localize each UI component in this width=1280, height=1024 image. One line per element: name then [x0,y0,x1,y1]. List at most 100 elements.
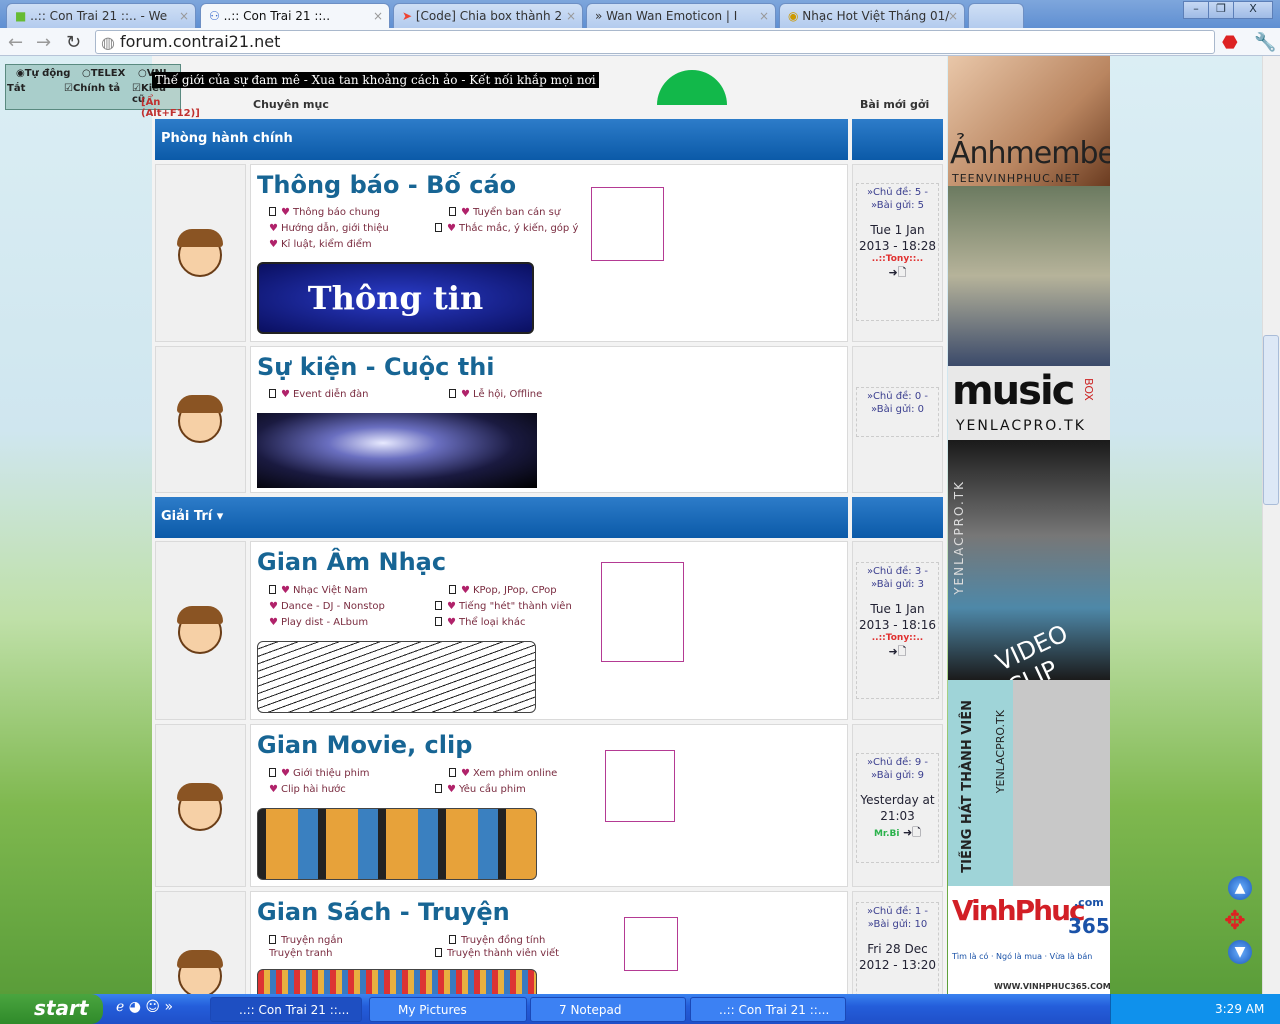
tab-1[interactable]: ■ ..:: Con Trai 21 ::.. - We × [6,3,196,28]
last-post-cell: »Chủ đề: 1 - »Bài gửi: 10 Fri 28 Dec 201… [852,891,943,1022]
subforum-link[interactable]: ♥ Thông báo chung [269,207,380,218]
subforum-link[interactable]: ♥ Xem phim online [449,768,557,779]
subforum-link[interactable]: Truyện tranh [269,948,333,959]
close-window-button[interactable]: X [1233,1,1273,19]
forum-banner-concert [257,413,537,488]
category-bar-end [852,497,943,538]
back-icon[interactable]: ← [8,32,23,53]
taskbar-item-firefox[interactable]: ..:: Con Trai 21 ::... [690,997,846,1022]
goto-last-post-icon[interactable]: ➜🗋 [857,643,938,662]
off-option[interactable]: Tắt [7,83,25,94]
page-scrollbar[interactable] [1262,56,1280,994]
close-tab-icon[interactable]: × [179,9,189,23]
quicklaunch-icons[interactable]: ℯ ◕ ☺ » [116,999,173,1015]
broken-image [601,562,684,662]
subforum-link[interactable]: ♥ Hướng dẫn, giới thiệu [269,223,389,234]
topic-post-count: »Chủ đề: 5 - »Bài gửi: 5 [867,187,928,211]
goto-last-post-icon[interactable]: ➜🗋 [857,264,938,283]
subforum-link[interactable]: Truyện thành viên viết [435,948,559,959]
taskbar-item-my-pictures[interactable]: My Pictures [369,997,527,1022]
scroll-top-icon[interactable]: ▲ [1228,876,1252,900]
hide-panel-link[interactable]: [Ẩn (Alt+F12)] [141,97,200,119]
last-post-cell: »Chủ đề: 9 - »Bài gửi: 9 Yesterday at 21… [852,724,943,887]
adblock-icon[interactable]: ⬣ [1222,32,1238,53]
subforum-link[interactable]: Truyện ngắn [269,935,343,946]
close-tab-icon[interactable]: × [566,9,576,23]
restore-button[interactable]: ❐ [1208,1,1234,19]
start-button[interactable]: start [0,994,103,1024]
subforum-link[interactable]: ♥ Tiếng "hét" thành viên [435,601,572,612]
ad-video-clip[interactable]: YENLACPRO.TK VIDEO CLIP [948,440,1110,680]
move-icon[interactable]: ✥ [1224,906,1246,936]
subforum-link[interactable]: ♥ Giới thiệu phim [269,768,369,779]
address-bar[interactable]: ◍ forum.contrai21.net [95,30,1215,54]
subforum-link[interactable]: ♥ Kỉ luật, kiểm điểm [269,239,372,250]
category-giai-tri[interactable]: Giải Trí ▾ [155,497,848,538]
forum-title[interactable]: Gian Movie, clip [257,731,472,759]
scrollbar-thumb[interactable] [1263,335,1279,505]
new-tab-button[interactable] [968,3,1024,28]
topic-post-count: »Chủ đề: 0 - »Bài gửi: 0 [867,391,928,415]
last-post-user[interactable]: Mr.Bi [874,829,899,839]
last-post-date: Tue 1 Jan 2013 - 18:28 [858,223,937,253]
forum-title[interactable]: Gian Âm Nhạc [257,548,446,576]
topic-post-count: »Chủ đề: 3 - »Bài gửi: 3 [867,566,928,590]
forum-title[interactable]: Gian Sách - Truyện [257,898,510,926]
mode-auto-radio[interactable]: ◉Tự động [16,68,70,79]
mode-telex-radio[interactable]: ○TELEX [82,68,125,79]
close-tab-icon[interactable]: × [373,9,383,23]
subforum-link[interactable]: ♥ Thể loại khác [435,617,525,628]
close-tab-icon[interactable]: × [759,9,769,23]
broken-image [591,187,664,261]
scroll-bottom-icon[interactable]: ▼ [1228,940,1252,964]
forum-title[interactable]: Sự kiện - Cuộc thi [257,353,495,381]
subforum-link[interactable]: Truyện đồng tính [449,935,545,946]
subforum-link[interactable]: ♥ Thắc mắc, ý kiến, góp ý [435,223,578,234]
spellcheck-checkbox[interactable]: ☑Chính tả [64,83,120,94]
ad-vinhphuc365[interactable]: VinhPhuc .com 365 Tìm là có · Ngó là mua… [948,886,1110,994]
ad-anhmember[interactable]: Ảnhmember TEENVINHPHUC.NET [948,56,1110,186]
close-tab-icon[interactable]: × [948,9,958,23]
globe-icon: ◍ [101,33,115,52]
header-decoration [657,70,727,105]
topic-post-count: »Chủ đề: 9 - »Bài gửi: 9 [867,757,928,781]
subforum-link[interactable]: ♥ Clip hài hước [269,784,346,795]
subforum-link[interactable]: ♥ KPop, JPop, CPop [449,585,557,596]
last-post-user[interactable]: ..::Tony::.. [857,633,938,643]
forum-status-cell [155,346,246,493]
last-post-user[interactable]: ..::Tony::.. [857,254,938,264]
subforum-link[interactable]: ♥ Nhạc Việt Nam [269,585,368,596]
taskbar-item-chrome[interactable]: ..:: Con Trai 21 ::... [210,997,362,1022]
ad-photo-girl[interactable] [948,186,1110,366]
header-forum: Chuyên mục [253,98,329,111]
subforum-link[interactable]: ♥ Tuyển ban cán sự [449,207,560,218]
forum-row-thong-bao: Thông báo - Bố cáo ♥ Thông báo chung ♥ Hướ… [250,164,848,342]
subforum-link[interactable]: ♥ Dance - DJ - Nonstop [269,601,385,612]
minimize-button[interactable]: – [1183,1,1209,19]
ads-column: Ảnhmember TEENVINHPHUC.NET music BOX YEN… [948,56,1110,994]
tab-3[interactable]: ➤ [Code] Chia box thành 2 × [393,3,583,28]
subforum-link[interactable]: ♥ Lễ hội, Offline [449,389,542,400]
goto-last-post-icon[interactable]: ➜🗋 [903,826,921,839]
people-icon: ⚇ [209,9,224,23]
last-post-cell: »Chủ đề: 0 - »Bài gửi: 0 [852,346,943,493]
tab-4[interactable]: » Wan Wan Emoticon | I × [586,3,776,28]
subforum-link[interactable]: ♥ Event diễn đàn [269,389,368,400]
ad-tieng-hat[interactable]: TIẾNG HÁT THÀNH VIÊN YENLACPRO.TK [948,680,1110,886]
reload-icon[interactable]: ↻ [66,32,81,53]
forum-row-movie: Gian Movie, clip ♥ Giới thiệu phim ♥ Clip … [250,724,848,887]
forward-icon[interactable]: → [36,32,51,53]
wrench-icon[interactable]: 🔧 [1254,32,1276,53]
plane-icon: ➤ [402,9,416,23]
subforum-link[interactable]: ♥ Yêu cầu phim [435,784,526,795]
tab-5[interactable]: ◉ Nhạc Hot Việt Tháng 01/× [779,3,965,28]
category-phong-hanh-chinh[interactable]: Phòng hành chính [155,119,848,160]
ad-musicbox[interactable]: music BOX YENLACPRO.TK [948,366,1110,440]
forum-row-su-kien: Sự kiện - Cuộc thi ♥ Event diễn đàn ♥ Lễ h… [250,346,848,493]
forum-title[interactable]: Thông báo - Bố cáo [257,171,516,199]
forum-banner: Thông tin [257,262,534,334]
forum-status-cell [155,724,246,887]
tab-2[interactable]: ⚇ ..:: Con Trai 21 ::.. × [200,3,390,28]
subforum-link[interactable]: ♥ Play dist - ALbum [269,617,368,628]
taskbar-item-notepad[interactable]: 7 Notepad [530,997,686,1022]
